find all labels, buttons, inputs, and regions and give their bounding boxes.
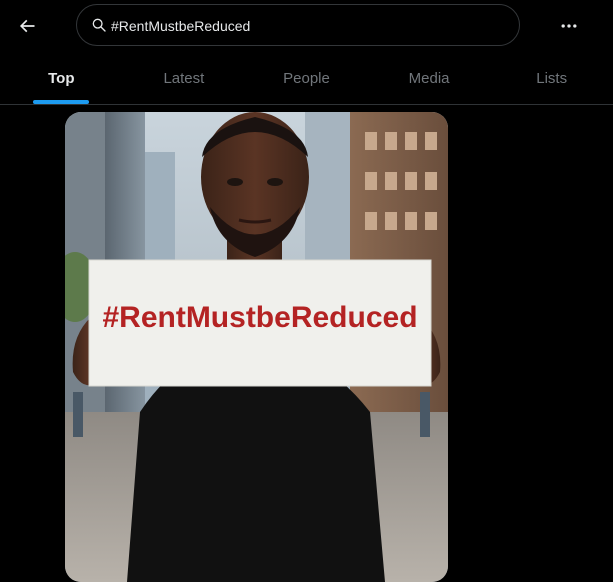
arrow-left-icon — [19, 19, 35, 33]
top-bar — [0, 0, 613, 53]
tab-label: Media — [408, 70, 450, 87]
search-box[interactable] — [76, 4, 520, 46]
sign-text: #RentMustbeReduced — [102, 301, 417, 334]
post-media-image[interactable]: #RentMustbeReduced — [65, 112, 448, 582]
tab-latest[interactable]: Latest — [123, 53, 246, 104]
tab-lists[interactable]: Lists — [490, 53, 613, 104]
protest-photo: #RentMustbeReduced — [65, 112, 448, 582]
tab-label: Top — [48, 70, 75, 87]
back-button[interactable] — [12, 11, 42, 41]
search-tabs: Top Latest People Media Lists — [0, 53, 613, 105]
tab-top[interactable]: Top — [0, 53, 123, 104]
more-options-button[interactable] — [552, 11, 586, 41]
search-input[interactable] — [111, 16, 491, 36]
tab-label: Lists — [536, 70, 568, 87]
tab-media[interactable]: Media — [368, 53, 491, 104]
more-horizontal-icon — [561, 24, 577, 28]
tab-label: People — [283, 70, 330, 87]
active-tab-indicator — [33, 100, 90, 104]
search-results: #RentMustbeReduced — [0, 106, 613, 582]
tab-people[interactable]: People — [245, 53, 368, 104]
search-icon — [92, 18, 106, 32]
tab-label: Latest — [163, 70, 205, 87]
